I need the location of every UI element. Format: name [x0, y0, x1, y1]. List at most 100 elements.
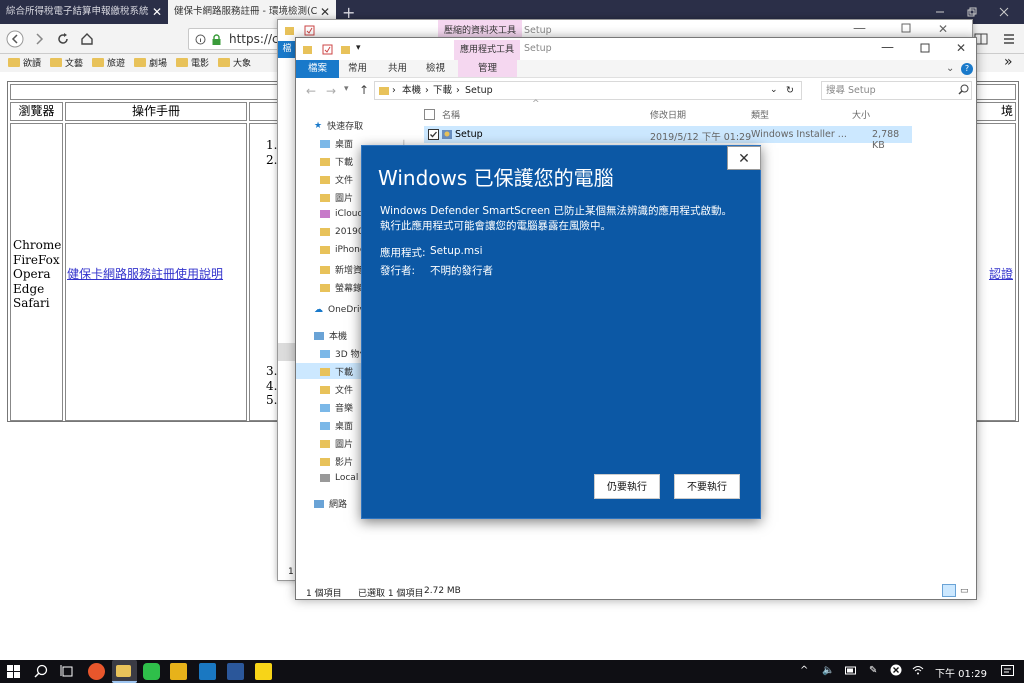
task-view-icon[interactable]	[60, 664, 74, 678]
nav-item[interactable]: 圖片	[320, 437, 353, 450]
recent-locations-icon[interactable]: ▾	[344, 84, 349, 94]
column-type[interactable]: 類型	[751, 108, 769, 121]
bookmark-folder[interactable]: 電影	[176, 56, 209, 69]
nav-item-downloads-selected[interactable]: 下載	[320, 365, 353, 378]
breadcrumb-item[interactable]: Setup	[465, 82, 493, 99]
nav-item[interactable]: 圖片	[320, 191, 353, 204]
reload-icon[interactable]	[56, 32, 70, 46]
bookmark-folder[interactable]: 欲讀	[8, 56, 41, 69]
refresh-icon[interactable]: ↻	[786, 82, 794, 99]
notifications-icon[interactable]	[1001, 665, 1014, 677]
up-icon[interactable]: ↑	[359, 83, 369, 97]
minimize-icon[interactable]	[933, 5, 947, 19]
pen-icon[interactable]: ✎	[869, 665, 877, 676]
sticky-notes-icon[interactable]	[255, 663, 272, 680]
word-icon[interactable]	[227, 663, 244, 680]
properties-icon[interactable]	[304, 25, 315, 36]
app-icon[interactable]	[170, 663, 187, 680]
column-name[interactable]: 名稱	[442, 108, 460, 121]
chevron-down-icon[interactable]: ⌄	[770, 82, 778, 99]
breadcrumb-item[interactable]: 本機	[402, 82, 421, 99]
large-icons-view-icon[interactable]: ▭	[960, 586, 969, 596]
volume-icon[interactable]: 🔈	[822, 665, 834, 676]
column-size[interactable]: 大小	[852, 108, 870, 121]
breadcrumb-item[interactable]: 下載	[433, 82, 452, 99]
clock[interactable]: 下午 01:29	[935, 665, 987, 680]
ribbon-tab-share[interactable]: 共用	[378, 60, 417, 77]
close-icon[interactable]: ✕	[938, 22, 948, 36]
properties-icon[interactable]	[322, 44, 333, 55]
row-checkbox[interactable]	[428, 129, 439, 140]
manual-link[interactable]: 健保卡網路服務註冊使用說明	[67, 267, 223, 281]
close-window-icon[interactable]	[997, 5, 1011, 19]
nav-item[interactable]: 下載	[320, 155, 353, 168]
search-icon[interactable]	[958, 84, 969, 95]
details-view-icon[interactable]	[942, 584, 956, 597]
new-folder-icon[interactable]	[340, 44, 351, 55]
file-tab[interactable]: 檔	[278, 41, 296, 58]
context-tab-app[interactable]: 應用程式工具	[454, 40, 521, 60]
nav-item[interactable]: iCloud	[320, 209, 363, 219]
browser-name: Opera	[13, 267, 51, 281]
ribbon-tab-manage[interactable]: 管理	[458, 60, 518, 77]
run-anyway-button[interactable]: 仍要執行	[594, 474, 660, 499]
search-icon[interactable]	[34, 664, 48, 678]
browser-tab-tax[interactable]: 綜合所得稅電子結算申報繳稅系統 ✕	[0, 0, 168, 24]
nav-item[interactable]: 20190	[320, 227, 364, 237]
ribbon-tab-file[interactable]: 檔案	[296, 60, 340, 78]
bookmark-folder[interactable]: 劇場	[134, 56, 167, 69]
restore-icon[interactable]	[965, 5, 979, 19]
cancel-icon[interactable]	[890, 664, 902, 676]
forward-icon[interactable]	[32, 32, 46, 46]
battery-icon[interactable]	[845, 666, 857, 675]
windows-start-icon[interactable]	[7, 665, 20, 678]
bookmark-folder[interactable]: 文藝	[50, 56, 83, 69]
dont-run-button[interactable]: 不要執行	[674, 474, 740, 499]
minimize-icon[interactable]: —	[853, 21, 866, 36]
minimize-icon[interactable]: —	[881, 40, 894, 55]
nav-item[interactable]: 桌面	[320, 419, 353, 432]
nav-network[interactable]: 網路	[314, 497, 347, 510]
back-icon[interactable]	[6, 30, 24, 48]
more-bookmarks-icon[interactable]: »	[1004, 54, 1013, 70]
close-icon[interactable]: ✕	[727, 146, 761, 170]
breadcrumb[interactable]: › 本機 › 下載 › Setup ⌄ ↻	[374, 81, 802, 100]
forward-icon[interactable]: →	[326, 84, 336, 98]
customize-qat-icon[interactable]: ▾	[356, 43, 361, 53]
expand-ribbon-icon[interactable]: ⌄	[946, 63, 954, 74]
bookmark-folder[interactable]: 旅遊	[92, 56, 125, 69]
nav-item[interactable]: 文件	[320, 173, 353, 186]
back-icon[interactable]: ←	[306, 84, 316, 98]
line-icon[interactable]	[143, 663, 160, 680]
menu-icon[interactable]	[1002, 32, 1016, 46]
nav-onedrive[interactable]: ☁ OneDriv	[314, 305, 365, 315]
app-icon[interactable]	[199, 663, 216, 680]
wifi-icon[interactable]	[912, 664, 924, 676]
chevron-up-icon[interactable]: ^	[800, 665, 808, 676]
maximize-icon[interactable]	[901, 23, 911, 33]
close-tab-icon[interactable]: ✕	[152, 0, 162, 24]
nav-item[interactable]: 影片	[320, 455, 353, 468]
cert-link[interactable]: 認證	[989, 267, 1013, 281]
nav-item[interactable]: 音樂	[320, 401, 353, 414]
nav-item[interactable]: iPhone	[320, 245, 365, 255]
ribbon-tab-view[interactable]: 檢視	[416, 60, 455, 77]
nav-item[interactable]: 新增資	[320, 263, 362, 276]
close-icon[interactable]: ✕	[956, 41, 966, 55]
nav-item[interactable]: 文件	[320, 383, 353, 396]
address-bar[interactable]: https://clo	[188, 28, 283, 50]
bookmark-folder[interactable]: 大象	[218, 56, 251, 69]
ribbon-tab-home[interactable]: 常用	[338, 60, 377, 77]
column-date[interactable]: 修改日期	[650, 108, 686, 121]
nav-quick-access[interactable]: ★ 快速存取	[314, 119, 363, 133]
nav-item[interactable]: 螢幕錄	[320, 281, 362, 294]
help-icon[interactable]: ?	[961, 63, 973, 75]
home-icon[interactable]	[80, 32, 94, 46]
firefox-icon[interactable]	[88, 663, 105, 680]
maximize-icon[interactable]	[920, 43, 930, 53]
file-row[interactable]: Setup 2019/5/12 下午 01:29 Windows Install…	[424, 126, 912, 151]
select-all-checkbox[interactable]	[424, 109, 435, 120]
info-icon[interactable]	[195, 34, 206, 45]
nav-this-pc[interactable]: 本機	[314, 329, 347, 342]
search-input[interactable]: 搜尋 Setup	[821, 81, 972, 100]
